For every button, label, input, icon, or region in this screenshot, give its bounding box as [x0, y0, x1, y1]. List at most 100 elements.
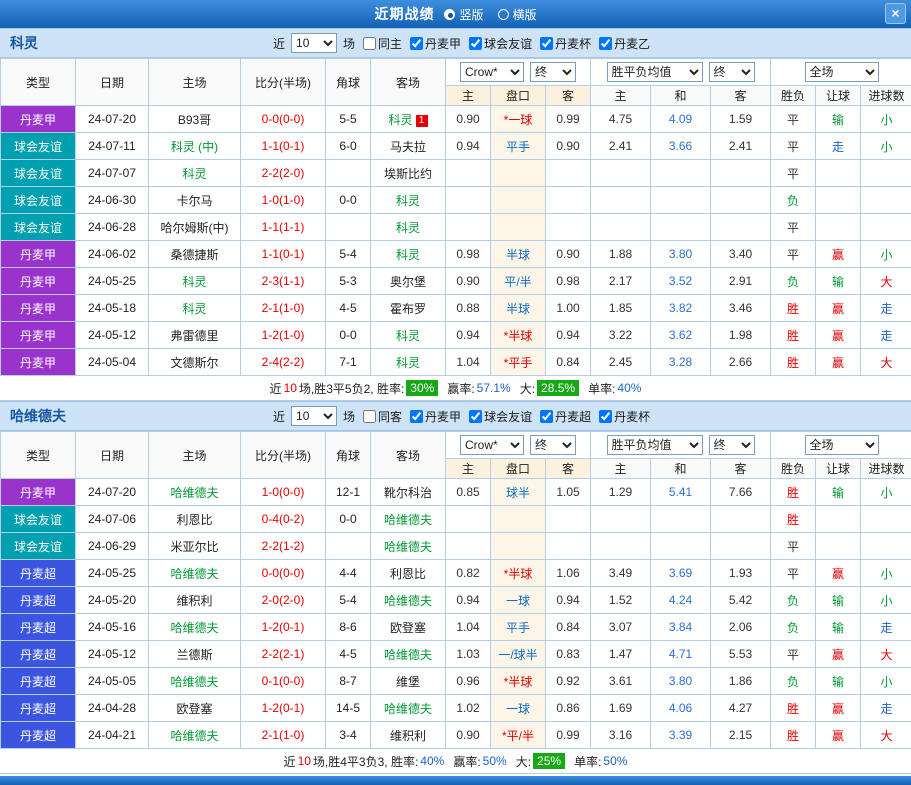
summary-count: 10 — [284, 381, 297, 395]
big-rate-value: 25% — [533, 753, 565, 769]
league-checkbox[interactable] — [410, 37, 423, 50]
league-filter[interactable]: 丹麦超 — [540, 408, 591, 425]
handicap-result-cell — [816, 160, 861, 187]
recent-count-select[interactable]: 10 — [291, 33, 337, 53]
same-venue-checkbox[interactable] — [363, 410, 376, 423]
avg-draw-cell: 3.69 — [651, 560, 711, 587]
date-cell: 24-07-07 — [76, 160, 149, 187]
league-filter[interactable]: 丹麦乙 — [599, 35, 650, 52]
goals-result-cell — [861, 533, 911, 560]
league-filter[interactable]: 丹麦甲 — [410, 35, 461, 52]
recent-count-select[interactable]: 10 — [291, 406, 337, 426]
odds-time-select[interactable]: 终 — [530, 62, 576, 82]
avg-away-cell: 2.41 — [711, 133, 771, 160]
league-cell: 丹麦超 — [1, 668, 76, 695]
section-header: 哈维德夫近10场同客丹麦甲球会友谊丹麦超丹麦杯 — [0, 401, 911, 431]
same-venue-filter[interactable]: 同客 — [363, 408, 402, 425]
league-filter[interactable]: 球会友谊 — [469, 35, 532, 52]
avg-type-select[interactable]: 胜平负均值 — [607, 62, 703, 82]
section-header: 科灵近10场同主丹麦甲球会友谊丹麦杯丹麦乙 — [0, 28, 911, 58]
avg-time-select[interactable]: 终 — [709, 435, 755, 455]
result-cell: 平 — [771, 106, 816, 133]
scope-select[interactable]: 全场 — [805, 435, 879, 455]
date-cell: 24-04-21 — [76, 722, 149, 749]
close-icon[interactable]: × — [885, 3, 906, 24]
handicap-result-cell: 赢 — [816, 322, 861, 349]
corner-cell: 7-1 — [326, 349, 371, 376]
handicap-result-cell: 输 — [816, 668, 861, 695]
league-checkbox[interactable] — [599, 37, 612, 50]
league-filter[interactable]: 丹麦杯 — [599, 408, 650, 425]
handicap-result-cell: 走 — [816, 133, 861, 160]
avg-away-subheader: 客 — [711, 459, 771, 479]
league-checkbox[interactable] — [469, 37, 482, 50]
avg-time-select[interactable]: 终 — [709, 62, 755, 82]
goals-result-cell: 走 — [861, 614, 911, 641]
odds-away-cell — [546, 160, 591, 187]
away-team-cell: 维积利 — [371, 722, 446, 749]
league-checkbox[interactable] — [469, 410, 482, 423]
handicap-cell: *半球 — [491, 322, 546, 349]
league-cell: 丹麦甲 — [1, 479, 76, 506]
radio-horizontal[interactable]: 横版 — [498, 6, 537, 23]
odds-home-cell: 0.98 — [446, 241, 491, 268]
radio-vertical[interactable]: 竖版 — [444, 6, 483, 23]
league-cell: 球会友谊 — [1, 187, 76, 214]
corner-cell — [326, 533, 371, 560]
league-filter[interactable]: 丹麦甲 — [410, 408, 461, 425]
avg-home-cell: 1.29 — [591, 479, 651, 506]
same-venue-filter[interactable]: 同主 — [363, 35, 402, 52]
filter-bar: 近10场同客丹麦甲球会友谊丹麦超丹麦杯 — [273, 406, 650, 426]
corner-cell: 8-6 — [326, 614, 371, 641]
odds-away-cell: 0.83 — [546, 641, 591, 668]
odds-company-select[interactable]: Crow* — [460, 435, 524, 455]
avg-type-select[interactable]: 胜平负均值 — [607, 435, 703, 455]
goals-result-cell: 小 — [861, 241, 911, 268]
avg-away-cell — [711, 187, 771, 214]
home-team-cell: 哈维德夫 — [149, 722, 241, 749]
odds-away-cell: 0.98 — [546, 268, 591, 295]
score-cell: 2-2(2-0) — [241, 160, 326, 187]
league-filter[interactable]: 丹麦杯 — [540, 35, 591, 52]
table-row: 丹麦甲24-06-02桑德捷斯1-1(0-1)5-4科灵0.98半球0.901.… — [1, 241, 911, 268]
date-cell: 24-07-11 — [76, 133, 149, 160]
score-cell: 2-1(1-0) — [241, 722, 326, 749]
avg-home-cell — [591, 187, 651, 214]
handicap-result-subheader: 让球 — [816, 459, 861, 479]
handicap-cell: 球半 — [491, 479, 546, 506]
league-checkbox[interactable] — [540, 37, 553, 50]
date-cell: 24-06-28 — [76, 214, 149, 241]
result-subheader: 胜负 — [771, 459, 816, 479]
result-cell: 平 — [771, 133, 816, 160]
avg-away-cell: 3.40 — [711, 241, 771, 268]
result-cell: 平 — [771, 533, 816, 560]
odds-away-cell: 1.05 — [546, 479, 591, 506]
odds-away-cell — [546, 214, 591, 241]
games-label: 场 — [343, 35, 355, 52]
league-checkbox[interactable] — [410, 410, 423, 423]
odds-time-select[interactable]: 终 — [530, 435, 576, 455]
odd-rate-label: 单率: — [588, 380, 615, 397]
league-checkbox[interactable] — [599, 410, 612, 423]
league-filter[interactable]: 球会友谊 — [469, 408, 532, 425]
layout-radio-group: 竖版 横版 — [444, 6, 536, 23]
league-checkbox[interactable] — [540, 410, 553, 423]
avg-home-cell: 1.85 — [591, 295, 651, 322]
same-venue-checkbox[interactable] — [363, 37, 376, 50]
summary-bar: 近10场,胜4平3负3, 胜率:40%赢率:50%大:25%单率:50% — [0, 749, 911, 774]
result-cell: 负 — [771, 268, 816, 295]
odds-company-select[interactable]: Crow* — [460, 62, 524, 82]
goals-result-cell: 小 — [861, 133, 911, 160]
corner-cell: 6-0 — [326, 133, 371, 160]
away-team-cell: 科灵 — [371, 349, 446, 376]
team-name: 科灵 — [10, 33, 273, 53]
dialog-title: 近期战绩 — [374, 4, 434, 24]
odd-rate-value: 40% — [617, 381, 641, 395]
type-header: 类型 — [1, 432, 76, 479]
avg-draw-cell — [651, 160, 711, 187]
table-row: 球会友谊24-07-07科灵2-2(2-0)埃斯比约平 — [1, 160, 911, 187]
near-label: 近 — [273, 408, 285, 425]
avg-home-cell: 1.69 — [591, 695, 651, 722]
home-team-cell: 科灵 — [149, 160, 241, 187]
scope-select[interactable]: 全场 — [805, 62, 879, 82]
